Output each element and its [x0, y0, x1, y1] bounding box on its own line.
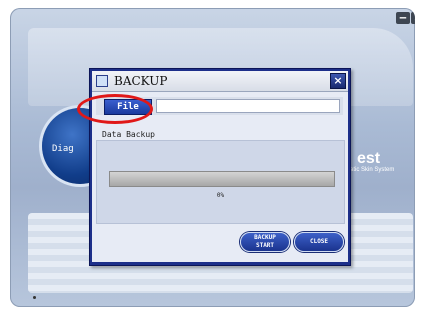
brand-title: est	[357, 150, 381, 167]
data-backup-label: Data Backup	[102, 130, 155, 139]
highlight-annotation	[77, 94, 153, 124]
backup-start-label-line1: BACKUP	[254, 234, 276, 241]
close-button[interactable]: CLOSE	[294, 232, 344, 252]
progress-percent-text: 0%	[216, 192, 225, 199]
backup-progress-bar	[109, 171, 335, 187]
file-path-field[interactable]	[156, 99, 340, 113]
diagnosis-circle-label: Diag	[52, 144, 74, 154]
dialog-titlebar[interactable]: BACKUP ×	[92, 71, 348, 92]
data-backup-panel: 0%	[96, 140, 345, 224]
brand-subtitle: atic Skin System	[350, 167, 395, 173]
dialog-title: BACKUP	[114, 74, 168, 88]
app-minimize-button[interactable]: ‒	[396, 12, 410, 24]
dialog-close-icon[interactable]: ×	[330, 73, 346, 89]
status-dot	[33, 296, 36, 299]
app-close-button[interactable]: ×	[411, 12, 415, 24]
backup-start-label-line2: START	[255, 242, 275, 249]
window-icon	[96, 75, 108, 87]
backup-start-button[interactable]: BACKUP START	[240, 232, 290, 252]
